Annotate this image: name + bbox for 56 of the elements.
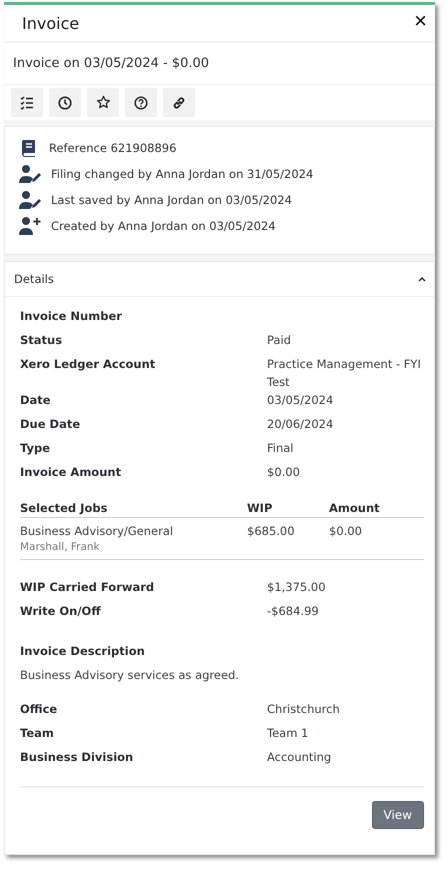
- field-value: Christchurch: [267, 701, 341, 718]
- field-value: Team 1: [267, 725, 310, 742]
- field-label: Invoice Number: [20, 308, 123, 325]
- column-header: Selected Jobs: [20, 501, 108, 515]
- star-icon: [96, 95, 110, 110]
- field-value: $0.00: [267, 464, 301, 481]
- field-label: WIP Carried Forward: [20, 579, 156, 596]
- field-label: Write On/Off: [20, 603, 102, 620]
- field-label: Type: [20, 440, 52, 457]
- client-name: Marshall, Frank: [20, 541, 101, 553]
- column-header: Amount: [329, 501, 381, 515]
- favorite-button[interactable]: [87, 88, 119, 117]
- link-button[interactable]: [163, 88, 195, 117]
- field-label: Business Division: [20, 749, 134, 766]
- field-label: Invoice Description: [20, 644, 146, 658]
- panel-title: Invoice: [22, 14, 80, 32]
- field-value: 03/05/2024: [267, 392, 334, 409]
- view-button[interactable]: View: [372, 801, 424, 829]
- collapse-button[interactable]: [416, 274, 428, 284]
- clock-icon: [58, 96, 72, 110]
- link-icon: [172, 96, 186, 110]
- field-value: $1,375.00: [267, 579, 327, 596]
- column-header: WIP: [247, 501, 274, 515]
- activity-text: Created by Anna Jordan on 03/05/2024: [51, 218, 276, 232]
- table-cell-text: $0.00: [329, 524, 363, 540]
- checklist-button[interactable]: [11, 88, 43, 117]
- field-value: Paid: [267, 332, 292, 349]
- field-label: Team: [20, 725, 55, 742]
- table-cell-text: $685.00: [247, 524, 296, 540]
- field-value: Accounting: [267, 749, 332, 766]
- field-value: Final: [267, 440, 295, 457]
- description-text: Business Advisory services as agreed.: [20, 668, 240, 682]
- job-name: Business Advisory/General: [20, 524, 174, 538]
- field-label: Due Date: [20, 416, 82, 433]
- user-add-icon: [19, 216, 41, 236]
- chevron-icon: [418, 276, 426, 282]
- invoice-heading: Invoice on 03/05/2024 - $0.00: [13, 56, 210, 71]
- close-button[interactable]: ×: [414, 10, 427, 32]
- user-edit-icon: [19, 190, 41, 210]
- field-value: Practice Management - FYI Test: [267, 356, 422, 391]
- activity-text: Last saved by Anna Jordan on 03/05/2024: [51, 192, 292, 206]
- user-edit-icon: [19, 164, 41, 184]
- activity-text: Reference 621908896: [49, 140, 176, 154]
- help-icon: [134, 96, 148, 110]
- field-label: Invoice Amount: [20, 464, 122, 481]
- field-label: Date: [20, 392, 52, 409]
- field-value: -$684.99: [267, 603, 320, 620]
- checklist-icon: [20, 96, 34, 110]
- field-value: 20/06/2024: [267, 416, 334, 433]
- help-button[interactable]: [125, 88, 157, 117]
- section-title: Details: [14, 272, 54, 286]
- activity-text: Filing changed by Anna Jordan on 31/05/2024: [51, 166, 314, 180]
- field-label: Office: [20, 701, 58, 718]
- field-label: Xero Ledger Account: [20, 356, 156, 373]
- field-label: Status: [20, 332, 64, 349]
- history-button[interactable]: [49, 88, 81, 117]
